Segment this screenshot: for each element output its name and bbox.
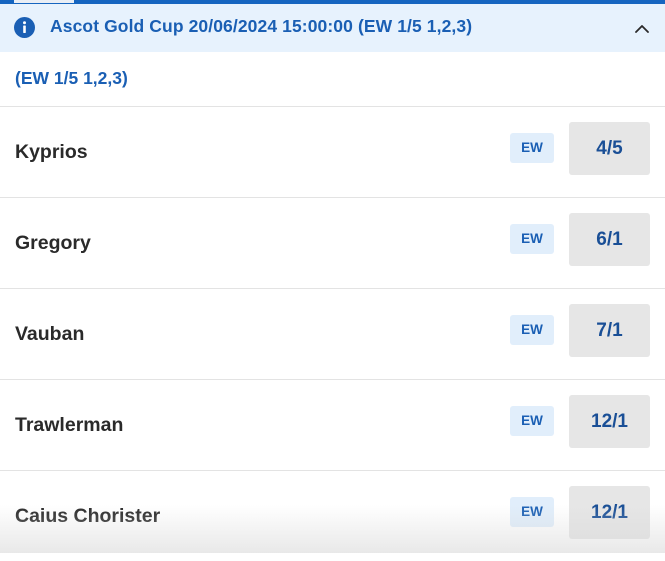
runner-name: Trawlerman bbox=[15, 414, 124, 436]
market-header[interactable]: Ascot Gold Cup 20/06/2024 15:00:00 (EW 1… bbox=[0, 4, 665, 52]
ew-badge: EW bbox=[510, 224, 554, 254]
runner-name: Caius Chorister bbox=[15, 505, 161, 527]
ew-badge: EW bbox=[510, 315, 554, 345]
odds-button[interactable]: 7/1 bbox=[569, 304, 650, 357]
info-icon[interactable] bbox=[14, 17, 35, 38]
runner-row: Kyprios EW 4/5 bbox=[0, 106, 665, 197]
odds-button[interactable]: 4/5 bbox=[569, 122, 650, 175]
runner-list: Kyprios EW 4/5 Gregory EW 6/1 Vauban EW … bbox=[0, 106, 665, 561]
runner-name: Vauban bbox=[15, 323, 85, 345]
runner-name: Kyprios bbox=[15, 141, 88, 163]
runner-row: Trawlerman EW 12/1 bbox=[0, 379, 665, 470]
runner-row: Vauban EW 7/1 bbox=[0, 288, 665, 379]
chevron-up-icon[interactable] bbox=[631, 18, 653, 40]
runner-name: Gregory bbox=[15, 232, 91, 254]
runner-row: Gregory EW 6/1 bbox=[0, 197, 665, 288]
ew-badge: EW bbox=[510, 406, 554, 436]
active-tab-indicator bbox=[14, 0, 74, 3]
odds-button[interactable]: 12/1 bbox=[569, 395, 650, 448]
runner-row: Caius Chorister EW 12/1 bbox=[0, 470, 665, 561]
odds-button[interactable]: 6/1 bbox=[569, 213, 650, 266]
odds-button[interactable]: 12/1 bbox=[569, 486, 650, 539]
each-way-terms: (EW 1/5 1,2,3) bbox=[15, 68, 128, 88]
ew-badge: EW bbox=[510, 497, 554, 527]
market-title: Ascot Gold Cup 20/06/2024 15:00:00 (EW 1… bbox=[50, 16, 473, 36]
ew-badge: EW bbox=[510, 133, 554, 163]
